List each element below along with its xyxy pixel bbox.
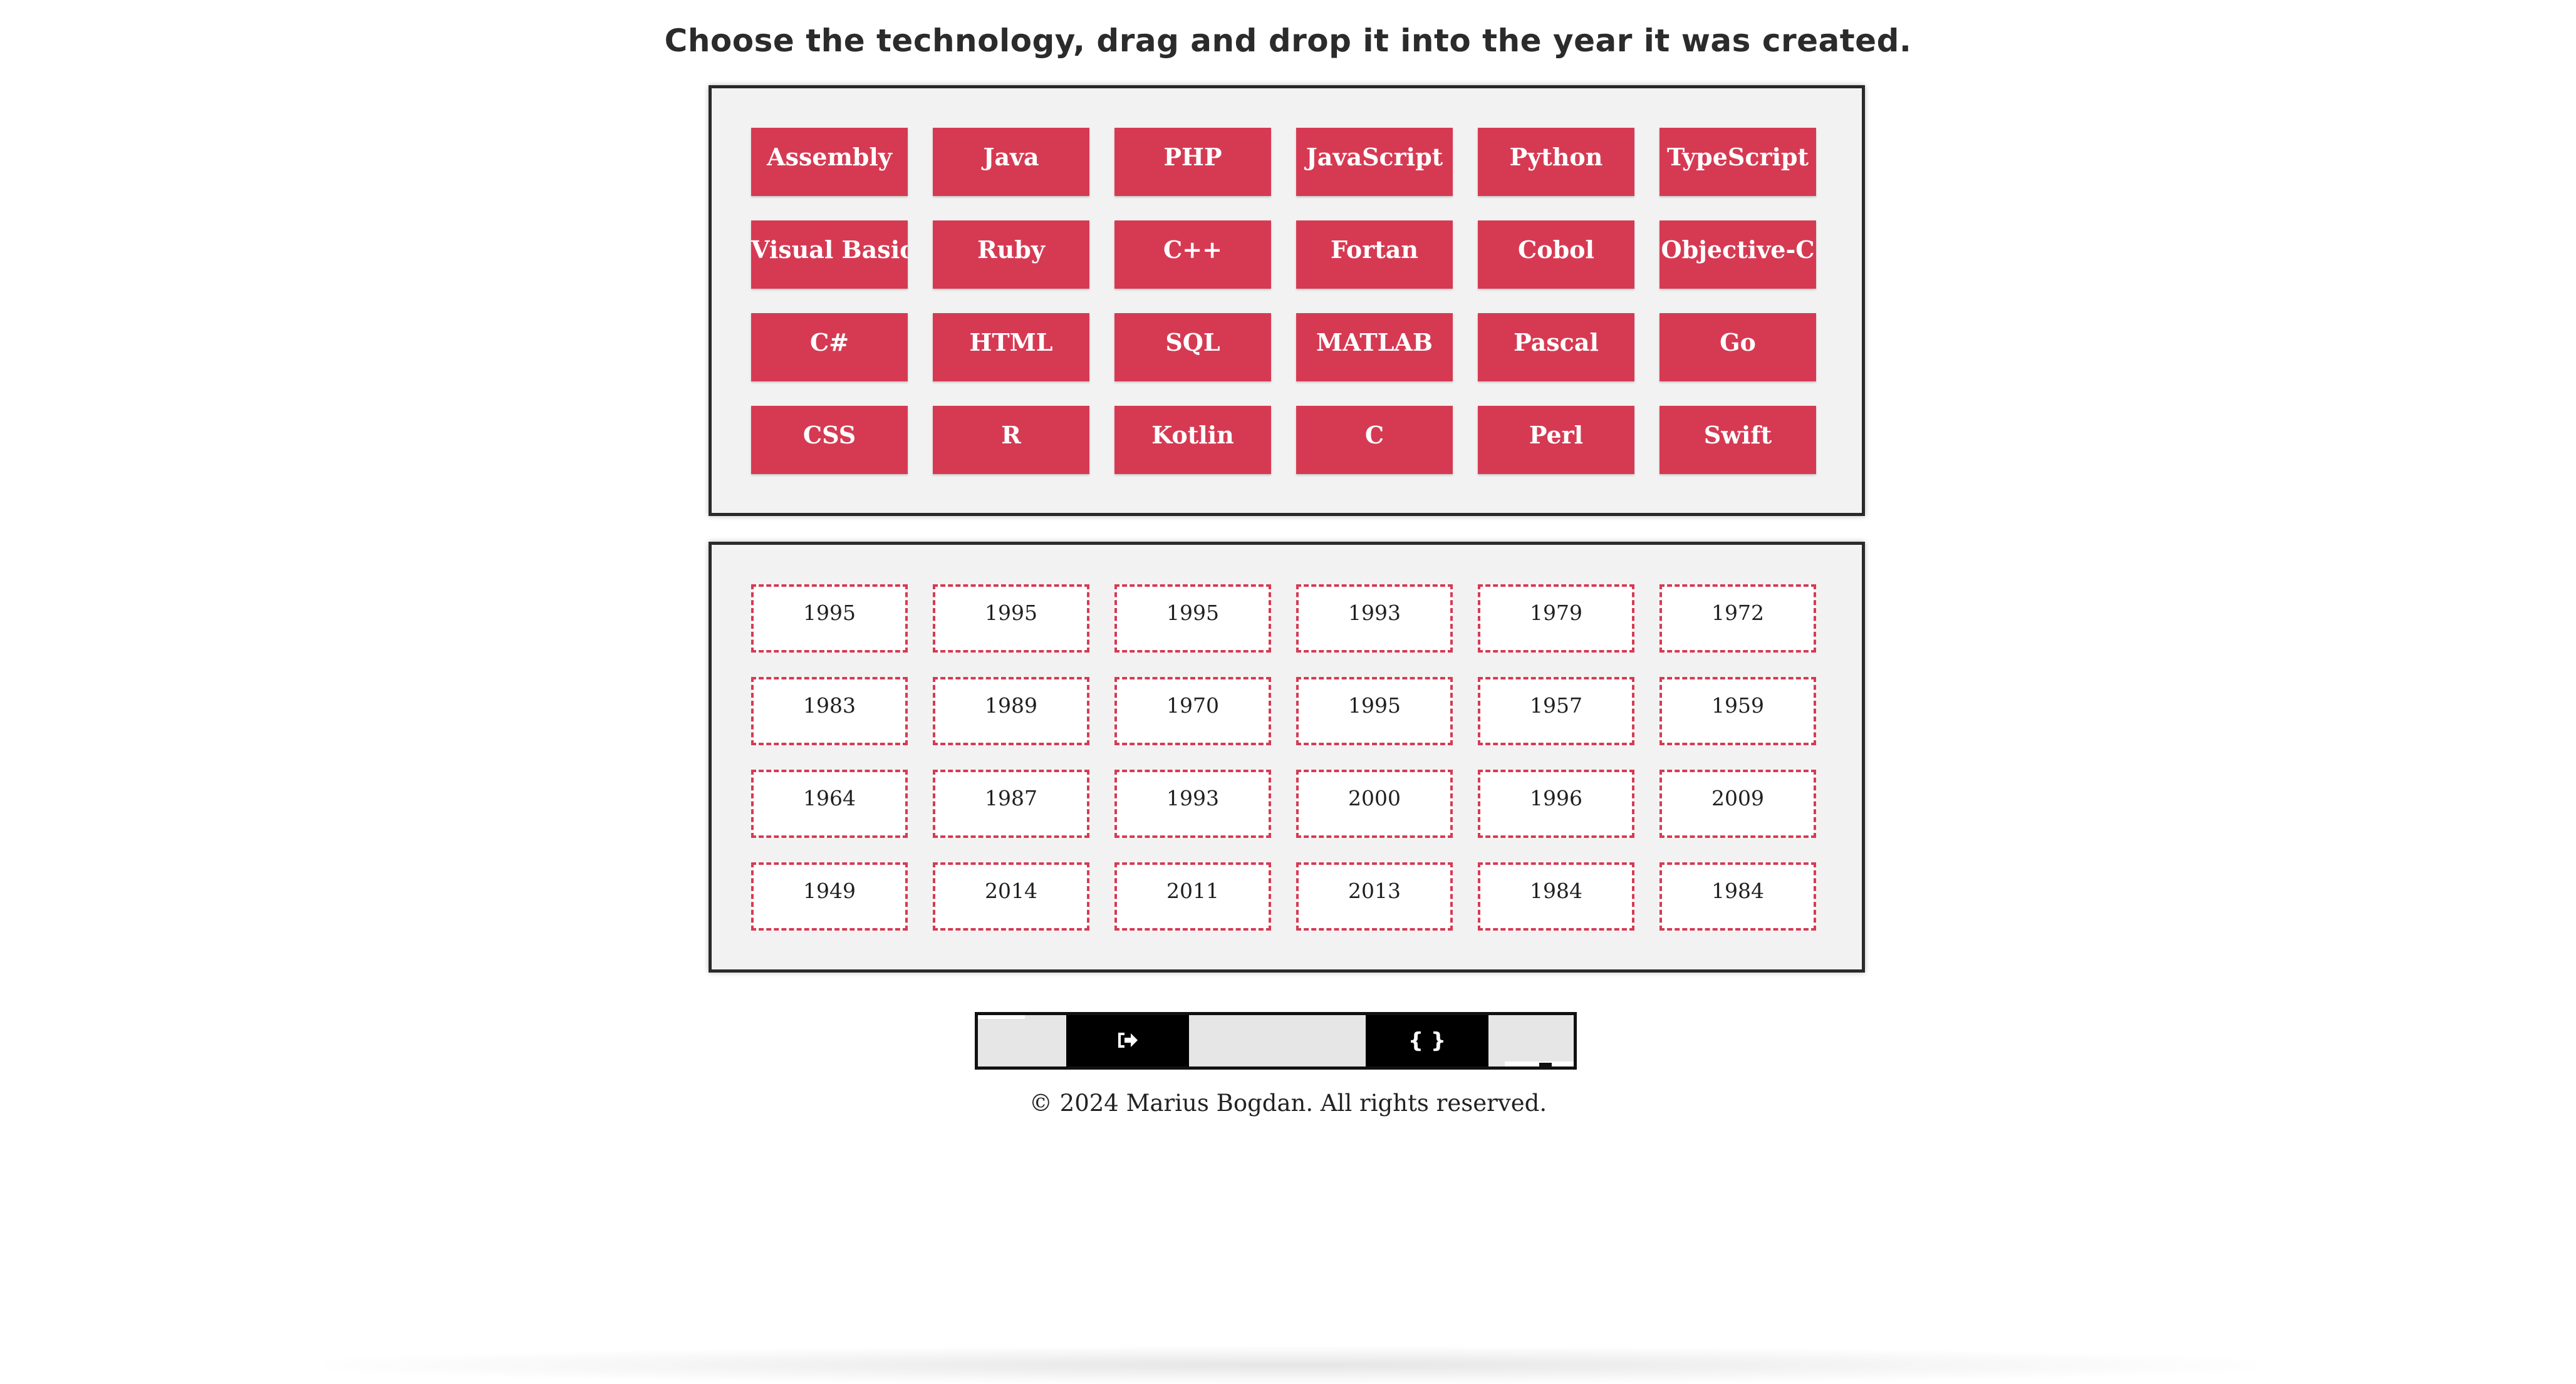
tech-tile[interactable]: HTML — [933, 313, 1089, 381]
year-dropzone[interactable]: 1964 — [751, 770, 908, 838]
tech-tile[interactable]: Pascal — [1478, 313, 1634, 381]
year-grid: 1995 1995 1995 1993 1979 1972 1983 1989 … — [751, 584, 1816, 931]
tech-tile[interactable]: Assembly — [751, 128, 908, 196]
page-title: Choose the technology, drag and drop it … — [664, 23, 1912, 59]
year-dropzone[interactable]: 1993 — [1296, 584, 1453, 653]
tech-tile[interactable]: Java — [933, 128, 1089, 196]
code-braces-icon: { } — [1408, 1028, 1446, 1053]
year-dropzone[interactable]: 1995 — [933, 584, 1089, 653]
year-dropzones: 1995 1995 1995 1993 1979 1972 1983 1989 … — [709, 542, 1865, 973]
year-dropzone[interactable]: 1984 — [1478, 862, 1634, 931]
tech-tile[interactable]: Go — [1659, 313, 1816, 381]
tech-tile[interactable]: Kotlin — [1114, 406, 1271, 474]
year-dropzone[interactable]: 2013 — [1296, 862, 1453, 931]
bottom-shadow — [326, 1346, 2255, 1384]
year-dropzone[interactable]: 1987 — [933, 770, 1089, 838]
tech-tile[interactable]: C — [1296, 406, 1453, 474]
year-dropzone[interactable]: 2011 — [1114, 862, 1271, 931]
technology-pool: Assembly Java PHP JavaScript Python Type… — [709, 85, 1865, 516]
sign-out-icon — [1116, 1028, 1139, 1053]
year-dropzone[interactable]: 1995 — [751, 584, 908, 653]
code-button[interactable]: { } — [1366, 1015, 1488, 1066]
tech-tile[interactable]: C# — [751, 313, 908, 381]
year-dropzone[interactable]: 2009 — [1659, 770, 1816, 838]
tech-tile[interactable]: JavaScript — [1296, 128, 1453, 196]
technology-grid: Assembly Java PHP JavaScript Python Type… — [751, 128, 1816, 474]
tech-tile[interactable]: Fortan — [1296, 220, 1453, 289]
year-dropzone[interactable]: 1979 — [1478, 584, 1634, 653]
bottom-toolbar: { } — [975, 1012, 1577, 1070]
year-dropzone[interactable]: 1983 — [751, 677, 908, 745]
copyright-footer: © 2024 Marius Bogdan. All rights reserve… — [1029, 1090, 1547, 1117]
year-dropzone[interactable]: 2014 — [933, 862, 1089, 931]
tech-tile[interactable]: SQL — [1114, 313, 1271, 381]
year-dropzone[interactable]: 1996 — [1478, 770, 1634, 838]
year-dropzone[interactable]: 1959 — [1659, 677, 1816, 745]
exit-button[interactable] — [1066, 1015, 1189, 1066]
year-dropzone[interactable]: 1972 — [1659, 584, 1816, 653]
year-dropzone[interactable]: 1989 — [933, 677, 1089, 745]
tech-tile[interactable]: Swift — [1659, 406, 1816, 474]
tech-tile[interactable]: Perl — [1478, 406, 1634, 474]
tech-tile[interactable]: MATLAB — [1296, 313, 1453, 381]
tech-tile[interactable]: CSS — [751, 406, 908, 474]
year-dropzone[interactable]: 1995 — [1296, 677, 1453, 745]
tech-tile[interactable]: C++ — [1114, 220, 1271, 289]
tech-tile[interactable]: R — [933, 406, 1089, 474]
tech-tile[interactable]: Ruby — [933, 220, 1089, 289]
year-dropzone[interactable]: 1995 — [1114, 584, 1271, 653]
tech-tile[interactable]: Cobol — [1478, 220, 1634, 289]
year-dropzone[interactable]: 1970 — [1114, 677, 1271, 745]
tech-tile[interactable]: Visual Basic — [751, 220, 908, 289]
year-dropzone[interactable]: 1957 — [1478, 677, 1634, 745]
tech-tile[interactable]: TypeScript — [1659, 128, 1816, 196]
year-dropzone[interactable]: 1984 — [1659, 862, 1816, 931]
tech-tile[interactable]: Objective-C — [1659, 220, 1816, 289]
toolbar-corner-decoration — [978, 1015, 1025, 1019]
toolbar-notch — [1539, 1063, 1552, 1068]
year-dropzone[interactable]: 2000 — [1296, 770, 1453, 838]
tech-tile[interactable]: PHP — [1114, 128, 1271, 196]
year-dropzone[interactable]: 1993 — [1114, 770, 1271, 838]
year-dropzone[interactable]: 1949 — [751, 862, 908, 931]
tech-tile[interactable]: Python — [1478, 128, 1634, 196]
